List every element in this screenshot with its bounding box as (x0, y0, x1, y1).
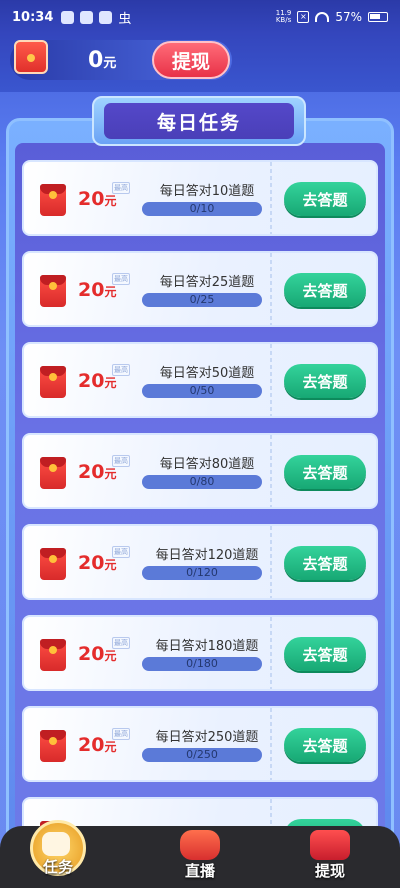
app-icon (80, 10, 94, 24)
reward-amount: 20元 (78, 461, 117, 483)
task-title: 每日答对120道题 (155, 548, 259, 563)
max-badge: 最高 (112, 364, 130, 376)
reward-amount: 20元 (78, 734, 117, 756)
task-progress-bar: 0/180 (142, 657, 262, 671)
task-card: 20元 最高 每日答对25道题 0/25 去答题 (22, 251, 378, 327)
live-camera-icon (180, 830, 220, 860)
task-progress-bar: 0/25 (142, 293, 262, 307)
withdraw-button[interactable]: 提现 (152, 41, 230, 79)
reward-amount: 20元 (78, 279, 117, 301)
bug-icon: 虫 (118, 11, 132, 27)
max-badge: 最高 (112, 637, 130, 649)
red-envelope-icon (40, 639, 66, 671)
task-progress-bar: 0/250 (142, 748, 262, 762)
bottom-nav: 任务 直播 提现 (0, 820, 400, 888)
task-title: 每日答对180道题 (155, 639, 259, 654)
max-badge: 最高 (112, 455, 130, 467)
max-badge: 最高 (112, 546, 130, 558)
reward-amount: 20元 (78, 552, 117, 574)
task-progress-bar: 0/50 (142, 384, 262, 398)
red-envelope-icon (40, 275, 66, 307)
task-title: 每日答对250道题 (155, 730, 259, 745)
nav-tab-task[interactable]: 任务 (18, 820, 98, 888)
task-title: 每日答对25道题 (159, 275, 255, 290)
max-badge: 最高 (112, 182, 130, 194)
go-answer-button[interactable]: 去答题 (284, 364, 366, 398)
nav-tab-live[interactable]: 直播 (160, 826, 240, 888)
red-envelope-icon (14, 40, 48, 74)
task-card: 20元 最高 每日答对250道题 0/250 去答题 (22, 706, 378, 782)
app-icon (61, 10, 75, 24)
task-title: 每日答对10道题 (159, 184, 255, 199)
task-progress-bar: 0/10 (142, 202, 262, 216)
red-envelope-icon (40, 366, 66, 398)
max-badge: 最高 (112, 273, 130, 285)
red-envelope-icon (310, 830, 350, 860)
task-card: 20元 最高 每日答对80道题 0/80 去答题 (22, 433, 378, 509)
max-badge: 最高 (112, 728, 130, 740)
battery-percent: 57% (335, 10, 362, 24)
status-time: 10:34 (12, 9, 54, 25)
task-progress-bar: 0/80 (142, 475, 262, 489)
reward-amount: 20元 (78, 643, 117, 665)
go-answer-button[interactable]: 去答题 (284, 273, 366, 307)
go-answer-button[interactable]: 去答题 (284, 546, 366, 580)
red-envelope-icon (40, 457, 66, 489)
go-answer-button[interactable]: 去答题 (284, 637, 366, 671)
go-answer-button[interactable]: 去答题 (284, 728, 366, 762)
task-title: 每日答对50道题 (159, 366, 255, 381)
status-right: 11.9 KB/s × 57% (276, 10, 388, 24)
task-card: 20元 最高 每日答对180道题 0/180 去答题 (22, 615, 378, 691)
message-icon (99, 10, 113, 24)
go-answer-button[interactable]: 去答题 (284, 182, 366, 216)
nav-tab-withdraw[interactable]: 提现 (290, 826, 370, 888)
go-answer-button[interactable]: 去答题 (284, 455, 366, 489)
task-card: 20元 最高 每日答对10道题 0/10 去答题 (22, 160, 378, 236)
task-title: 每日答对80道题 (159, 457, 255, 472)
task-card: 20元 最高 每日答对50道题 0/50 去答题 (22, 342, 378, 418)
red-envelope-icon (40, 184, 66, 216)
balance-amount: 0元 (88, 48, 117, 73)
status-bar: 10:34 虫 11.9 KB/s × 57% (0, 0, 400, 34)
reward-amount: 20元 (78, 188, 117, 210)
task-checklist-icon (42, 832, 70, 856)
network-speed: 11.9 KB/s (275, 9, 292, 24)
sim-off-icon: × (297, 11, 310, 23)
panel-title: 每日任务 (104, 103, 294, 139)
battery-icon (368, 12, 388, 22)
red-envelope-icon (40, 730, 66, 762)
red-envelope-icon (40, 548, 66, 580)
wifi-icon (315, 12, 330, 22)
task-progress-bar: 0/120 (142, 566, 262, 580)
reward-amount: 20元 (78, 370, 117, 392)
task-card: 20元 最高 每日答对120道题 0/120 去答题 (22, 524, 378, 600)
